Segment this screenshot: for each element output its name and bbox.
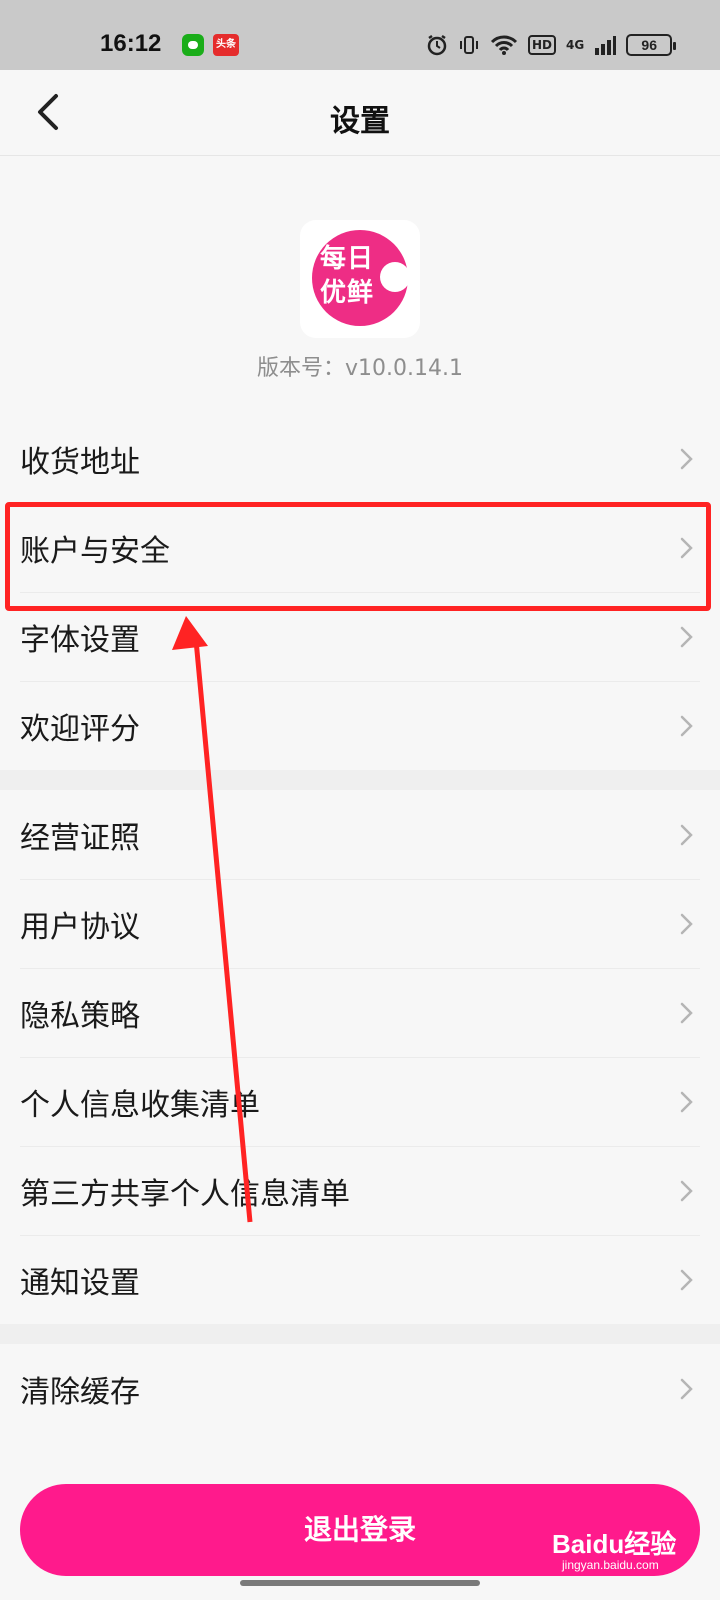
chevron-right-icon <box>680 1269 693 1291</box>
item-label: 第三方共享个人信息清单 <box>20 1176 350 1212</box>
chevron-right-icon <box>680 1378 693 1400</box>
settings-item-notifications[interactable]: 通知设置 <box>0 1235 720 1324</box>
settings-item-third-party-sharing[interactable]: 第三方共享个人信息清单 <box>0 1146 720 1235</box>
toutiao-notification-icon: 头条 <box>213 34 239 56</box>
item-label: 通知设置 <box>20 1265 140 1301</box>
chevron-right-icon <box>680 448 693 470</box>
settings-item-info-collection-list[interactable]: 个人信息收集清单 <box>0 1057 720 1146</box>
settings-item-clear-cache[interactable]: 清除缓存 <box>0 1344 720 1433</box>
item-label: 经营证照 <box>20 820 140 856</box>
settings-item-business-license[interactable]: 经营证照 <box>0 790 720 879</box>
settings-item-user-agreement[interactable]: 用户协议 <box>0 879 720 968</box>
alarm-icon <box>427 34 447 56</box>
version-text: 版本号：v10.0.14.1 <box>257 356 463 381</box>
vibrate-icon <box>460 36 478 54</box>
settings-item-shipping-address[interactable]: 收货地址 <box>0 414 720 503</box>
settings-item-rate[interactable]: 欢迎评分 <box>0 681 720 770</box>
settings-item-privacy-policy[interactable]: 隐私策略 <box>0 968 720 1057</box>
status-icons: HD 4G 96 <box>426 32 677 58</box>
item-label: 个人信息收集清单 <box>20 1087 260 1123</box>
status-bar: 16:12 头条 HD 4G 96 <box>0 0 720 70</box>
item-label: 隐私策略 <box>20 998 140 1034</box>
watermark-url: jingyan.baidu.com <box>562 1558 659 1572</box>
signal-icon <box>595 36 617 55</box>
watermark-text: Baidu经验 <box>552 1529 677 1559</box>
settings-section-3: 清除缓存 <box>0 1344 720 1433</box>
baidu-watermark: Baidu经验 jingyan.baidu.com <box>552 1522 712 1572</box>
wifi-icon <box>490 35 518 55</box>
item-label: 收货地址 <box>20 444 140 480</box>
section-divider <box>0 1324 720 1344</box>
item-label: 欢迎评分 <box>20 711 140 747</box>
chevron-right-icon <box>680 626 693 648</box>
logo-text: 每日优鲜 <box>320 244 375 308</box>
network-type: 4G <box>566 38 585 52</box>
chevron-right-icon <box>680 715 693 737</box>
item-label: 用户协议 <box>20 909 140 945</box>
chevron-right-icon <box>680 1091 693 1113</box>
item-label: 字体设置 <box>20 622 140 658</box>
chevron-right-icon <box>680 824 693 846</box>
home-indicator[interactable] <box>240 1580 480 1586</box>
page-title: 设置 <box>330 104 390 139</box>
wechat-notification-icon <box>182 34 204 56</box>
nav-bar: 设置 <box>0 70 720 156</box>
hd-icon: HD <box>528 35 557 55</box>
chevron-right-icon <box>680 1002 693 1024</box>
chevron-right-icon <box>680 913 693 935</box>
item-label: 清除缓存 <box>20 1374 140 1410</box>
section-divider <box>0 770 720 790</box>
settings-section-2: 经营证照 用户协议 隐私策略 个人信息收集清单 第三方共享个人信息清单 通知设置 <box>0 790 720 1324</box>
chevron-right-icon <box>680 1180 693 1202</box>
status-time: 16:12 <box>100 30 162 57</box>
highlight-box <box>5 502 711 611</box>
battery-icon: 96 <box>626 34 677 56</box>
app-logo: 每日优鲜 <box>300 220 420 338</box>
